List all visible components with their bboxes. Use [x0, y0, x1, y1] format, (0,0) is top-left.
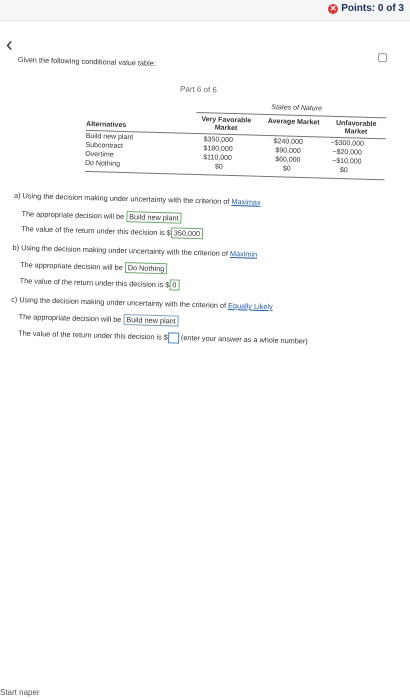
- table-cell: Overtime: [85, 150, 114, 159]
- table-cell: $90,000: [275, 147, 301, 155]
- value-table: States of Nature Alternatives Very Favor…: [84, 99, 387, 185]
- decision-select-b[interactable]: Do Nothing: [124, 262, 168, 275]
- return-label: The value of the return under this decis…: [21, 224, 171, 238]
- intro-text: Given the following conditional value ta…: [17, 55, 156, 68]
- header-bar: ✕ Points: 0 of 3: [0, 0, 410, 21]
- back-arrow-icon[interactable]: ‹: [6, 34, 13, 57]
- points-indicator: ✕ Points: 0 of 3: [328, 3, 404, 14]
- table-cell: $240,000: [273, 138, 303, 146]
- table-cell: −$20,000: [332, 148, 362, 157]
- maximin-link[interactable]: Maximin: [230, 249, 257, 259]
- answer-b-decision: The appropriate decision will be Do Noth…: [20, 260, 168, 275]
- decision-select-a[interactable]: Build new plant: [126, 211, 182, 224]
- decision-label: The appropriate decision will be: [18, 312, 122, 324]
- answer-c-return: The value of the return under this decis…: [18, 328, 308, 347]
- group-header: States of Nature: [271, 104, 323, 113]
- table-cell: −$300,000: [330, 139, 365, 148]
- points-text: Points: 0 of 3: [341, 3, 404, 14]
- incorrect-icon: ✕: [328, 3, 339, 14]
- table-cell: $110,000: [203, 154, 232, 163]
- return-hint: (enter your answer as a whole number): [180, 333, 308, 346]
- return-input-a[interactable]: 350,000: [170, 227, 204, 240]
- return-input-c[interactable]: [167, 332, 179, 344]
- expand-icon[interactable]: [377, 53, 388, 63]
- col-header-unfavorable: Unfavorable Market: [335, 119, 377, 136]
- table-cell: Subcontract: [85, 141, 123, 150]
- table-cell: $0: [282, 165, 291, 173]
- table-cell: $60,000: [275, 156, 301, 164]
- question-a: a) Using the decision making under uncer…: [14, 191, 261, 207]
- decision-select-c[interactable]: Build new plant: [123, 314, 179, 327]
- question-c: c) Using the decision making under uncer…: [11, 295, 273, 311]
- question-c-text: c) Using the decision making under uncer…: [11, 294, 227, 310]
- decision-label: The appropriate decision will be: [21, 209, 125, 222]
- table-cell: $350,000: [203, 136, 233, 145]
- table-cell: −$10,000: [332, 157, 362, 166]
- question-sheet: Given the following conditional value ta…: [8, 53, 398, 425]
- screen: ✕ Points: 0 of 3 Part 6 of 6 ‹ Given the…: [0, 0, 410, 700]
- table-cell: Build new plant: [85, 132, 134, 142]
- answer-a-return: The value of the return under this decis…: [21, 224, 204, 240]
- answer-b-return: The value of the return under this decis…: [19, 276, 180, 291]
- maximax-link[interactable]: Maximax: [231, 197, 260, 207]
- table-cell: $0: [214, 163, 223, 171]
- table-cell: $0: [339, 167, 348, 175]
- col-header-average: Average Market: [267, 118, 320, 127]
- return-label: The value of the return under this decis…: [19, 276, 170, 290]
- footer-text: Start naper: [0, 688, 40, 697]
- return-input-b[interactable]: 0: [169, 279, 180, 291]
- answer-a-decision: The appropriate decision will be Build n…: [21, 209, 182, 224]
- table-cell: Do Nothing: [84, 159, 121, 168]
- question-b: b) Using the decision making under uncer…: [12, 243, 257, 259]
- answer-c-decision: The appropriate decision will be Build n…: [18, 312, 179, 327]
- table-cell: $180,000: [203, 145, 233, 154]
- question-a-text: a) Using the decision making under uncer…: [13, 190, 230, 206]
- return-label: The value of the return under this decis…: [18, 328, 168, 342]
- decision-label: The appropriate decision will be: [20, 260, 123, 273]
- equally-likely-link[interactable]: Equally Likely: [228, 301, 273, 311]
- col-header-very-favorable: Very Favorable Market: [201, 116, 252, 133]
- question-b-text: b) Using the decision making under uncer…: [12, 242, 229, 258]
